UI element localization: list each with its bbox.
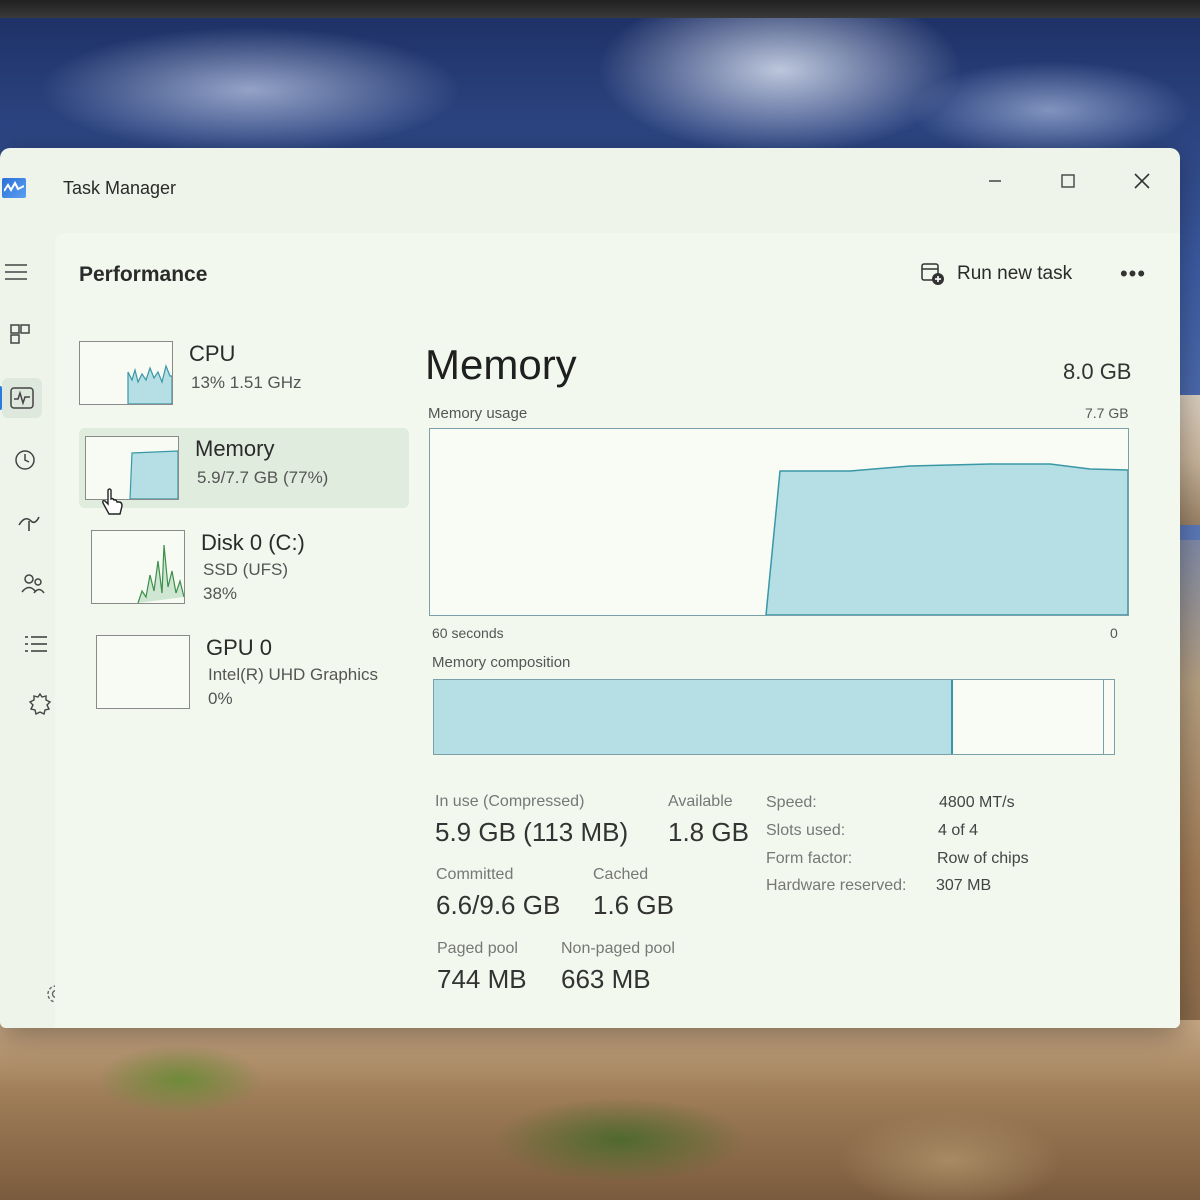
startup-apps-icon[interactable] (9, 502, 49, 542)
memory-usage-graph (429, 428, 1129, 616)
gpu-thumbnail-graph (96, 635, 190, 709)
navigation-rail (0, 238, 56, 1028)
run-new-task-button[interactable]: Run new task (921, 257, 1072, 291)
time-axis-right: 0 (1110, 625, 1118, 641)
hand-cursor-icon (102, 488, 123, 515)
speed-value: 4800 MT/s (939, 794, 1015, 811)
resource-name: Disk 0 (C:) (201, 530, 305, 555)
resource-detail: 13% 1.51 GHz (191, 373, 302, 392)
title-bar[interactable]: Task Manager (0, 148, 1180, 228)
app-history-icon[interactable] (5, 440, 45, 480)
form-factor-value: Row of chips (937, 850, 1029, 867)
minimize-icon (989, 180, 1001, 182)
cpu-thumbnail-graph (79, 341, 173, 405)
monitor-bezel (0, 0, 1200, 18)
page-title: Performance (79, 263, 208, 286)
wallpaper-cliff (0, 1020, 1200, 1200)
time-axis-left: 60 seconds (432, 625, 504, 641)
run-task-icon (921, 263, 944, 285)
committed-label: Committed (436, 866, 514, 883)
resource-disk[interactable]: Disk 0 (C:) SSD (UFS) 38% (91, 530, 391, 608)
maximize-button[interactable] (1043, 160, 1093, 202)
detail-title: Memory (425, 341, 577, 388)
resource-name: CPU (189, 341, 236, 366)
in-use-value: 5.9 GB (113 MB) (435, 817, 629, 847)
users-icon[interactable] (13, 564, 53, 604)
resource-memory[interactable]: Memory 5.9/7.7 GB (77%) (79, 428, 409, 514)
memory-total: 8.0 GB (1063, 359, 1132, 384)
memory-composition-bar (433, 679, 1115, 755)
speed-label: Speed: (766, 794, 817, 811)
processes-icon[interactable] (0, 314, 40, 354)
non-paged-pool-value: 663 MB (561, 964, 651, 994)
paged-pool-value: 744 MB (437, 964, 527, 994)
available-label: Available (668, 793, 733, 810)
resource-detail: Intel(R) UHD Graphics (208, 665, 379, 684)
slots-used-label: Slots used: (766, 822, 846, 839)
slots-used-value: 4 of 4 (938, 822, 979, 839)
composition-standby (953, 680, 1104, 754)
resource-detail: 5.9/7.7 GB (77%) (197, 468, 329, 487)
task-manager-window: Task Manager Performance Run new task ••… (0, 148, 1180, 1028)
services-icon[interactable] (20, 684, 60, 724)
form-factor-label: Form factor: (766, 850, 853, 867)
close-button[interactable] (1117, 160, 1167, 202)
cached-label: Cached (593, 866, 649, 883)
performance-icon[interactable] (0, 378, 42, 418)
maximize-icon (1061, 174, 1075, 188)
disk-thumbnail-graph (91, 530, 185, 604)
resource-cpu[interactable]: CPU 13% 1.51 GHz (79, 341, 379, 419)
memory-usage-label: Memory usage (428, 405, 528, 422)
hardware-reserved-label: Hardware reserved: (766, 877, 907, 894)
memory-composition-label: Memory composition (432, 654, 571, 671)
committed-value: 6.6/9.6 GB (436, 890, 561, 920)
performance-panel: Performance Run new task ••• CPU 13% 1.5… (55, 233, 1180, 1028)
resource-gpu[interactable]: GPU 0 Intel(R) UHD Graphics 0% (96, 635, 396, 713)
close-icon (1134, 173, 1150, 189)
hamburger-icon[interactable] (0, 252, 36, 292)
resource-name: Memory (195, 436, 275, 461)
in-use-label: In use (Compressed) (435, 793, 585, 810)
non-paged-pool-label: Non-paged pool (561, 940, 675, 957)
minimize-button[interactable] (970, 160, 1020, 202)
paged-pool-label: Paged pool (437, 940, 518, 957)
details-icon[interactable] (16, 624, 56, 664)
more-options-button[interactable]: ••• (1113, 259, 1153, 289)
task-manager-app-icon (2, 178, 26, 198)
run-new-task-label: Run new task (957, 263, 1073, 284)
resource-detail: SSD (UFS) (203, 560, 288, 579)
available-value: 1.8 GB (668, 817, 749, 847)
cached-value: 1.6 GB (593, 890, 674, 920)
resource-usage: 0% (208, 689, 233, 708)
hardware-reserved-value: 307 MB (936, 877, 992, 894)
memory-usage-max: 7.7 GB (1085, 405, 1129, 421)
resource-name: GPU 0 (206, 635, 273, 660)
resource-usage: 38% (203, 584, 238, 603)
composition-in-use (434, 680, 953, 754)
window-title: Task Manager (63, 178, 177, 198)
